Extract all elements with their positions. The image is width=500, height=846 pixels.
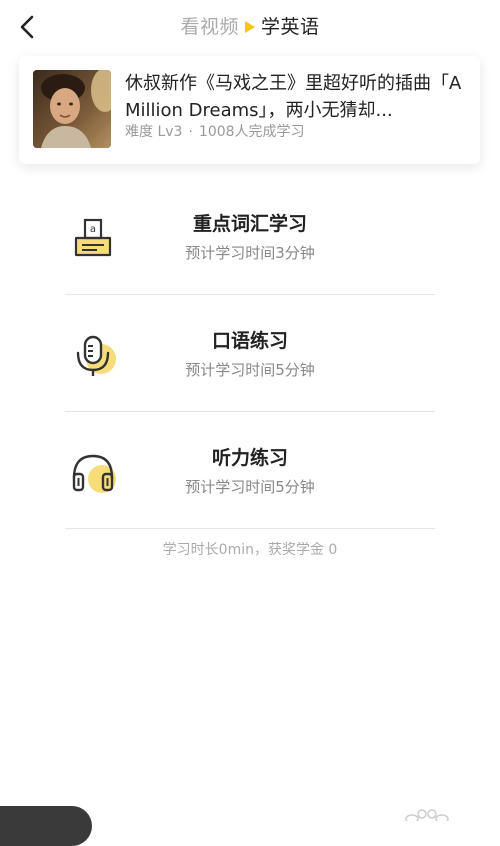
study-item-vocabulary[interactable]: a 重点词汇学习 预计学习时间3分钟 <box>65 178 435 295</box>
mode-switch: 看视频 学英语 <box>0 14 500 40</box>
video-title: 休叔新作《马戏之王》里超好听的插曲「A Million Dreams」，两小无猜… <box>125 73 462 121</box>
completed-count: 1008人完成学习 <box>198 124 305 140</box>
video-meta: 难度 Lv3 · 1008人完成学习 <box>125 122 305 142</box>
play-arrow-icon <box>245 21 255 33</box>
study-item-subtitle: 预计学习时间5分钟 <box>185 361 315 379</box>
study-item-subtitle: 预计学习时间3分钟 <box>185 244 315 262</box>
paw-watermark-icon <box>405 809 449 821</box>
study-item-speaking[interactable]: 口语练习 预计学习时间5分钟 <box>65 295 435 412</box>
study-item-title: 重点词汇学习 <box>192 213 307 235</box>
study-item-subtitle: 预计学习时间5分钟 <box>185 478 315 496</box>
floating-pill-button[interactable] <box>0 806 92 846</box>
study-summary: 学习时长0min，获奖学金 0 <box>162 542 338 558</box>
separator-dot: · <box>188 124 193 140</box>
study-item-title: 口语练习 <box>211 330 288 352</box>
tab-learn-english[interactable]: 学英语 <box>261 16 320 38</box>
study-item-listening[interactable]: 听力练习 预计学习时间5分钟 <box>65 412 435 529</box>
difficulty-label: 难度 Lv3 <box>125 124 183 140</box>
top-nav-bar: 看视频 学英语 <box>0 0 500 54</box>
thumbnail-image <box>33 70 111 148</box>
study-list: a 重点词汇学习 预计学习时间3分钟 口语练习 预计学习时间5分钟 听力练习 预… <box>65 178 435 529</box>
video-card[interactable]: 休叔新作《马戏之王》里超好听的插曲「A Million Dreams」，两小无猜… <box>19 56 480 164</box>
study-item-title: 听力练习 <box>211 447 288 469</box>
tab-watch-video[interactable]: 看视频 <box>180 16 239 38</box>
video-thumbnail[interactable] <box>33 70 111 148</box>
